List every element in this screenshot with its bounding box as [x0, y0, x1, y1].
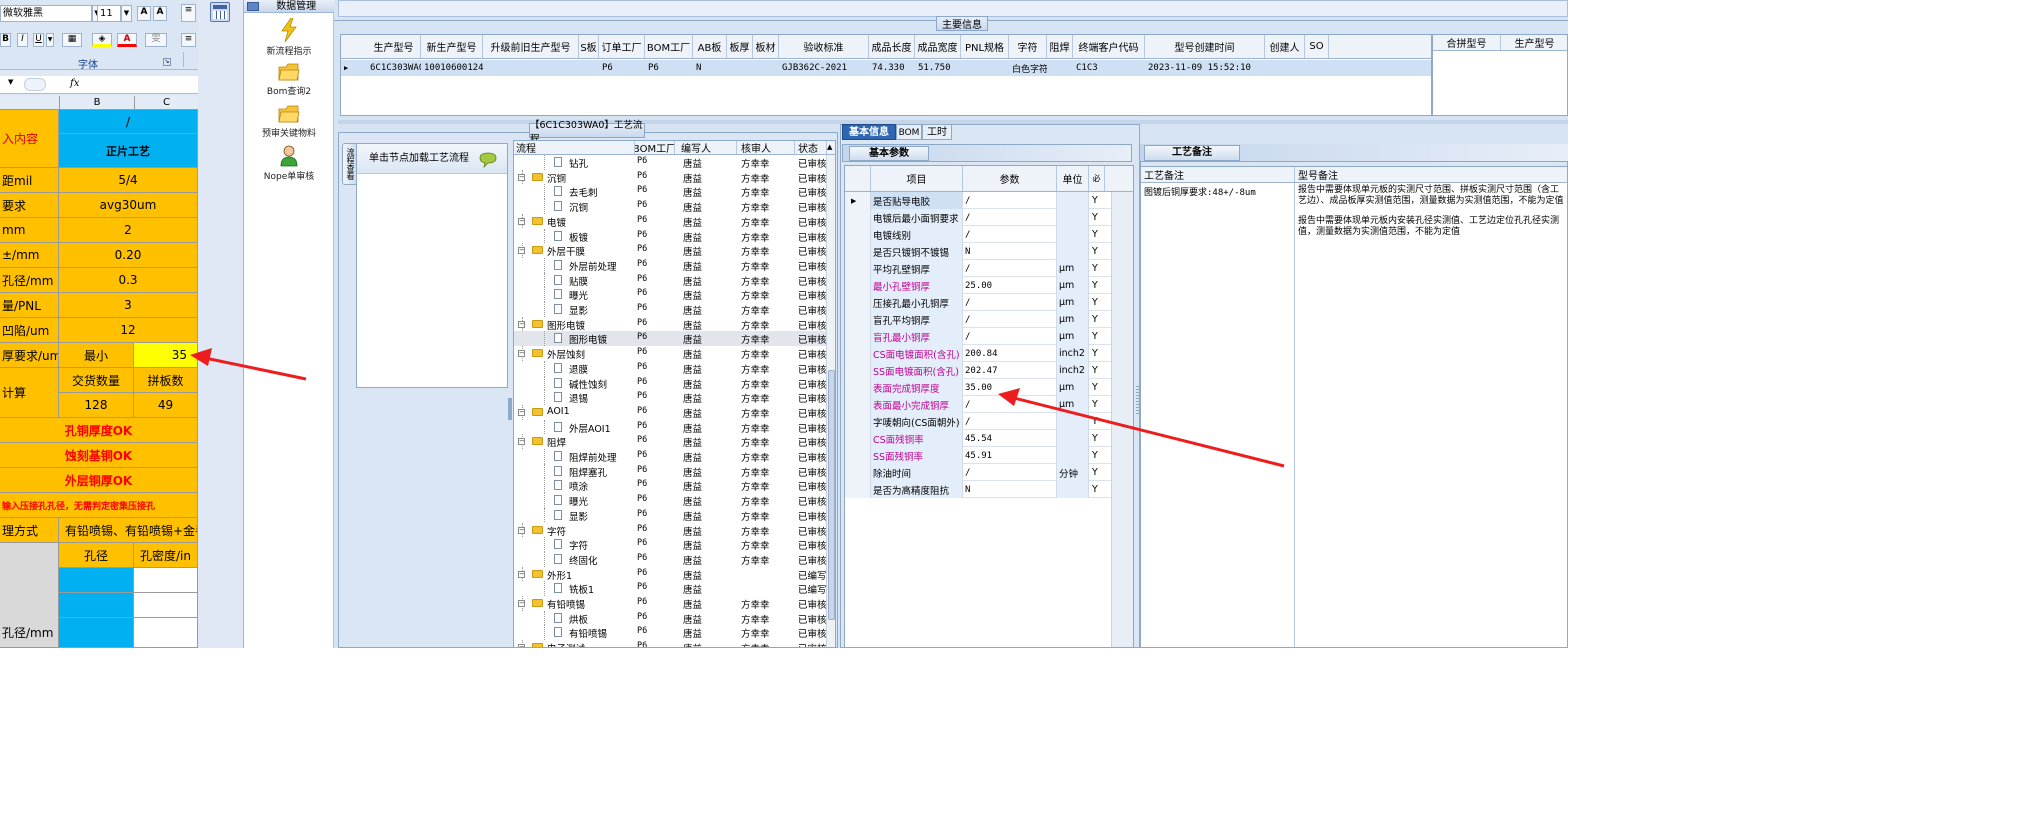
annotation-arrows [190, 348, 1285, 468]
annotation-arrow-left-head [190, 348, 212, 366]
annotation-arrow-right-head [998, 388, 1020, 406]
annotation-arrow-right [1013, 396, 1285, 468]
annotation-arrow-left [204, 356, 307, 381]
